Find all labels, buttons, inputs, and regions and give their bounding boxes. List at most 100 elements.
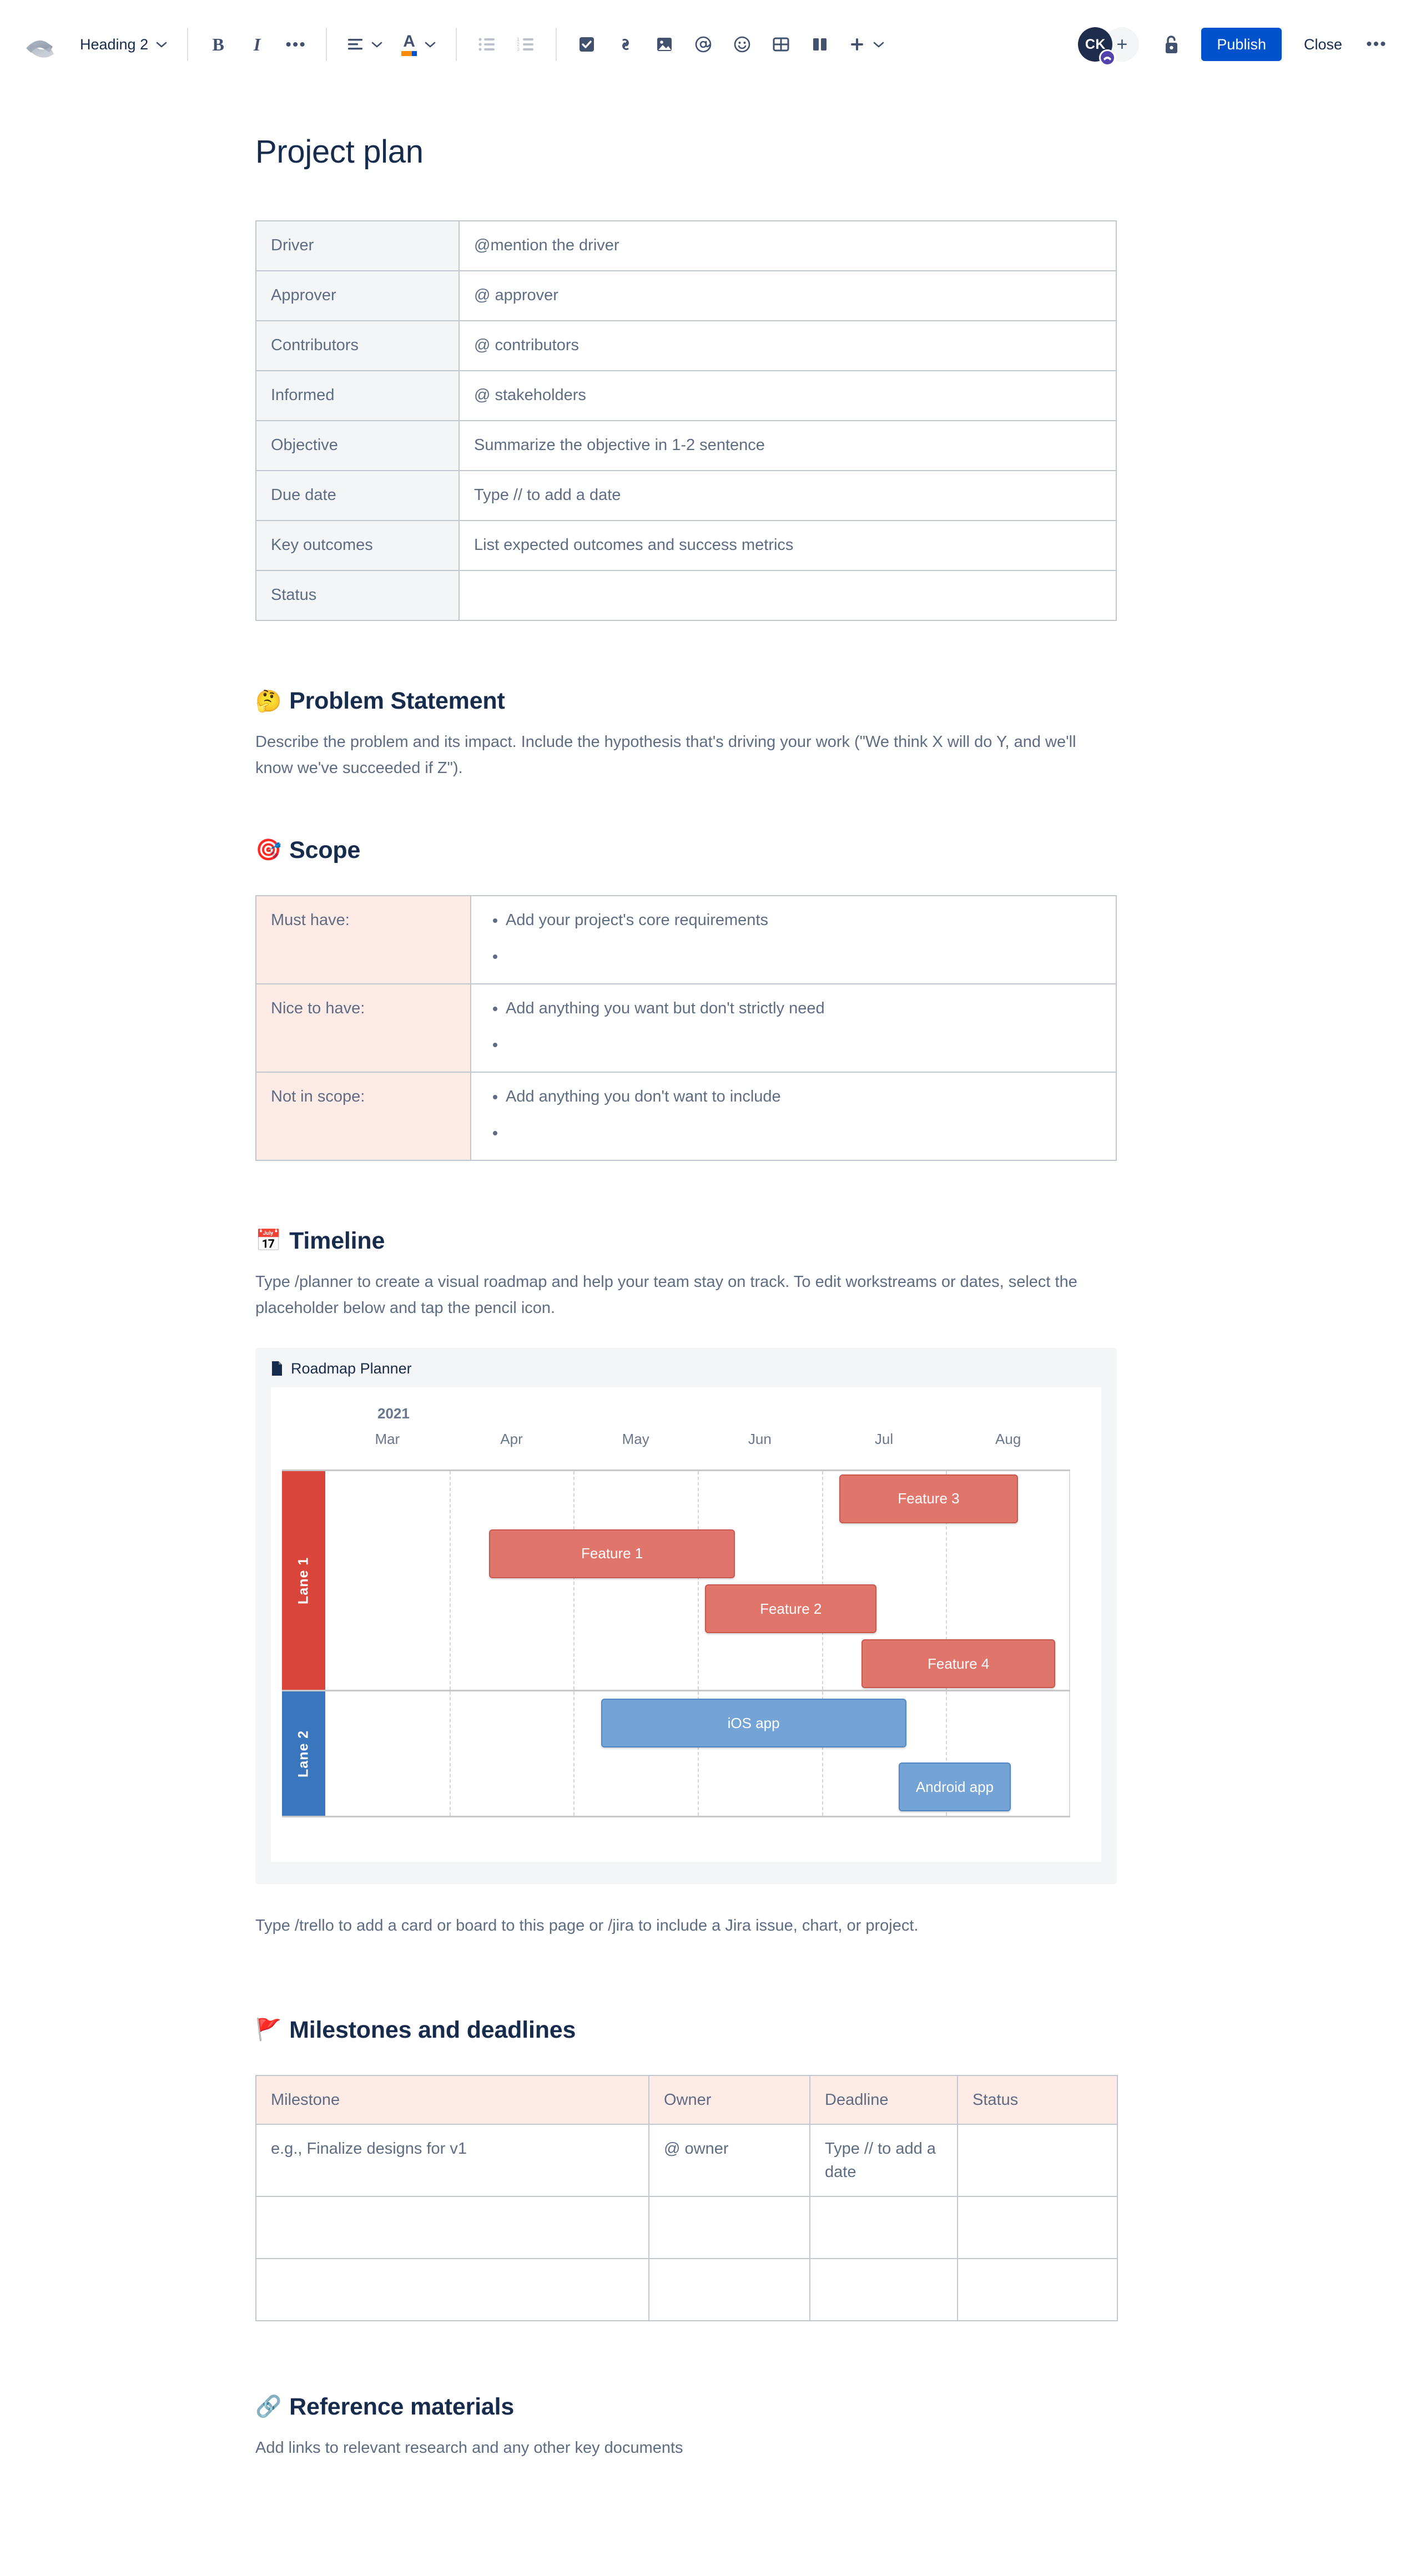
timeline-footer-note[interactable]: Type /trello to add a card or board to t… (255, 1913, 1110, 1939)
document-body: Project plan Driver @mention the driver Ap… (0, 133, 1421, 2461)
roadmap-bar[interactable]: Feature 4 (861, 1639, 1056, 1689)
month-tick-label: Apr (500, 1430, 523, 1447)
chevron-down-icon (371, 42, 382, 48)
info-row-label: Informed (255, 370, 460, 421)
info-row-value[interactable]: List expected outcomes and success metri… (458, 520, 1117, 571)
table-cell[interactable]: e.g., Finalize designs for v1 (255, 2123, 649, 2197)
text-style-label: Heading 2 (80, 36, 149, 53)
section-heading-reference-materials[interactable]: 🔗 Reference materials (255, 2393, 1121, 2421)
image-button[interactable] (647, 27, 682, 62)
italic-button[interactable]: I (239, 27, 275, 62)
table-row: Due date Type // to add a date (255, 470, 1117, 521)
scope-row-items[interactable]: Add anything you don't want to include (470, 1071, 1117, 1161)
table-cell[interactable] (648, 2257, 810, 2321)
task-button[interactable] (569, 27, 604, 62)
toolbar-right-actions: CK + Publish Close ••• (1078, 27, 1394, 66)
table-cell[interactable] (957, 2123, 1118, 2197)
lane-grid: Feature 3 Feature 1 Feature 2 Feature 4 (325, 1471, 1070, 1690)
emoji-button[interactable] (724, 27, 760, 62)
table-cell[interactable] (809, 2257, 958, 2321)
section-heading-milestones[interactable]: 🚩 Milestones and deadlines (255, 2017, 1121, 2044)
timeline-body[interactable]: Type /planner to create a visual roadmap… (255, 1269, 1110, 1321)
chart-lane: Lane 2 iOS app Android app (282, 1689, 1070, 1817)
publish-button[interactable]: Publish (1201, 28, 1282, 61)
table-row: Approver @ approver (255, 270, 1117, 321)
table-cell[interactable] (957, 2257, 1118, 2321)
more-options-button[interactable]: ••• (1359, 27, 1394, 62)
table-icon (773, 37, 789, 52)
section-heading-timeline[interactable]: 📅 Timeline (255, 1228, 1121, 1255)
info-row-value[interactable]: @ contributors (458, 320, 1117, 371)
list-item[interactable] (506, 1033, 1101, 1057)
section-heading-problem-statement[interactable]: 🤔 Problem Statement (255, 688, 1121, 715)
direct-hit-emoji: 🎯 (255, 839, 282, 862)
list-item[interactable] (506, 944, 1101, 969)
link-button[interactable] (608, 27, 643, 62)
numbered-list-button[interactable]: 1 2 3 (508, 27, 543, 62)
info-row-label: Status (255, 570, 460, 621)
text-style-select[interactable]: Heading 2 (72, 27, 175, 62)
roadmap-bar[interactable]: Feature 3 (839, 1474, 1019, 1523)
problem-statement-body[interactable]: Describe the problem and its impact. Inc… (255, 729, 1110, 781)
text-align-button[interactable] (339, 27, 390, 62)
confluence-badge-icon (1099, 49, 1116, 66)
table-cell[interactable]: Type // to add a date (809, 2123, 958, 2197)
table-cell[interactable] (809, 2195, 958, 2259)
table-row: e.g., Finalize designs for v1 @ owner Type… (255, 2123, 1118, 2197)
chart-lanes: Lane 1 Feature 3 Feature 1 Feature 2 Feature… (282, 1469, 1070, 1817)
info-row-label: Approver (255, 270, 460, 321)
bullet-list-button[interactable] (469, 27, 505, 62)
insert-more-button[interactable] (841, 27, 892, 62)
section-heading-scope[interactable]: 🎯 Scope (255, 837, 1121, 864)
restrictions-button[interactable] (1153, 27, 1189, 62)
table-cell[interactable] (255, 2257, 649, 2321)
gridline (698, 1471, 699, 1690)
table-cell[interactable] (648, 2195, 810, 2259)
roadmap-bar[interactable]: Android app (899, 1762, 1011, 1812)
scope-row-items[interactable]: Add your project's core requirements (470, 895, 1117, 984)
image-icon (657, 38, 672, 51)
info-row-value[interactable]: Type // to add a date (458, 470, 1117, 521)
list-item[interactable]: Add anything you want but don't strictly… (506, 997, 1101, 1021)
collaborators: CK + (1078, 27, 1140, 66)
table-row: Contributors @ contributors (255, 320, 1117, 371)
table-row: Objective Summarize the objective in 1-2 … (255, 420, 1117, 471)
list-item[interactable]: Add anything you don't want to include (506, 1085, 1101, 1109)
info-row-value[interactable]: Summarize the objective in 1-2 sentence (458, 420, 1117, 471)
toolbar-list-group: 1 2 3 (469, 27, 543, 62)
table-button[interactable] (763, 27, 799, 62)
mention-button[interactable] (686, 27, 721, 62)
scope-row-label: Not in scope: (255, 1071, 471, 1161)
list-item[interactable]: Add your project's core requirements (506, 908, 1101, 933)
roadmap-bar-label: Feature 1 (581, 1545, 643, 1562)
calendar-emoji: 📅 (255, 1229, 282, 1253)
confluence-logo-icon[interactable] (22, 27, 58, 62)
info-row-value[interactable]: @mention the driver (458, 220, 1117, 271)
info-row-label: Key outcomes (255, 520, 460, 571)
roadmap-bar[interactable]: iOS app (601, 1699, 906, 1748)
more-formatting-button[interactable]: ••• (278, 27, 314, 62)
table-cell[interactable]: @ owner (648, 2123, 810, 2197)
scope-row-items[interactable]: Add anything you want but don't strictly… (470, 983, 1117, 1073)
table-row: Status (255, 570, 1117, 621)
mention-icon (695, 36, 712, 53)
page-layout-button[interactable] (802, 27, 838, 62)
table-row (255, 2257, 1118, 2321)
roadmap-bar-label: iOS app (727, 1714, 780, 1731)
roadmap-planner-macro[interactable]: Roadmap Planner 2021 Mar Apr May Jun Jul Aug … (255, 1347, 1117, 1884)
table-cell[interactable] (957, 2195, 1118, 2259)
list-item[interactable] (506, 1121, 1101, 1145)
text-color-button[interactable]: A (394, 27, 444, 62)
reference-materials-body[interactable]: Add links to relevant research and any o… (255, 2435, 1110, 2461)
roadmap-bar[interactable]: Feature 2 (705, 1584, 877, 1633)
heading-text: Timeline (289, 1227, 385, 1254)
page-title[interactable]: Project plan (255, 133, 1121, 170)
info-row-value[interactable]: @ approver (458, 270, 1117, 321)
bold-button[interactable]: B (200, 27, 236, 62)
close-button[interactable]: Close (1296, 28, 1350, 61)
roadmap-bar[interactable]: Feature 1 (489, 1529, 735, 1578)
month-tick-label: Jul (874, 1430, 894, 1447)
table-cell[interactable] (255, 2195, 649, 2259)
info-row-value[interactable]: @ stakeholders (458, 370, 1117, 421)
info-row-value[interactable] (458, 570, 1117, 621)
